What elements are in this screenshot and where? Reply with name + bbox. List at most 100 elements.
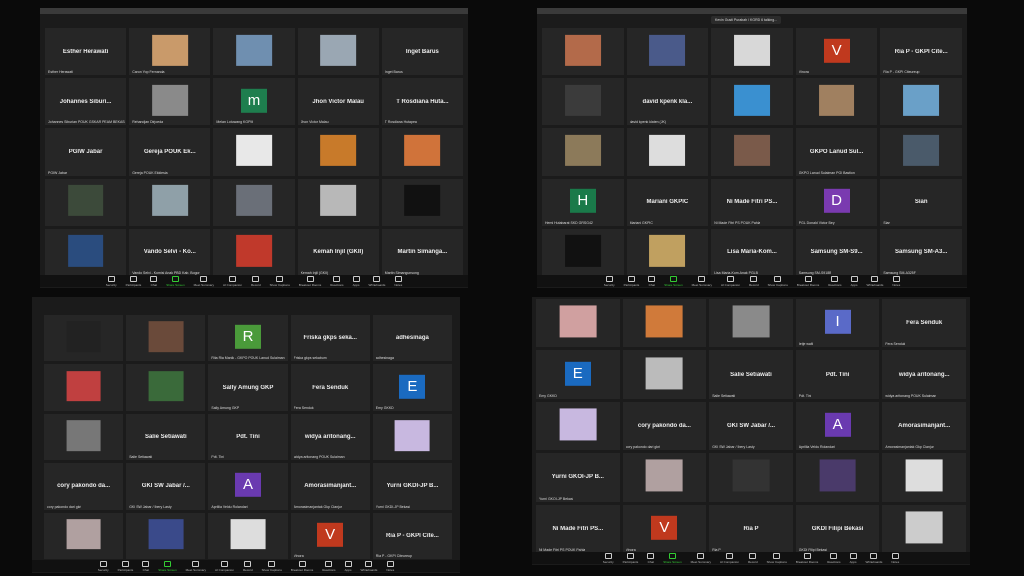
participant-tile[interactable] (536, 299, 620, 348)
participants-button[interactable]: Participants (624, 275, 639, 287)
record-button[interactable]: Record (748, 552, 758, 564)
participant-tile[interactable] (542, 228, 624, 276)
participant-tile[interactable] (711, 128, 793, 176)
participant-tile[interactable]: V Vinora (290, 512, 370, 559)
ai-companion-button[interactable]: AI Companion (720, 552, 739, 564)
participant-tile[interactable] (880, 128, 962, 176)
participant-tile[interactable] (709, 453, 793, 502)
reactions-button[interactable]: Reactions (330, 275, 344, 287)
participant-tile[interactable]: Fera Senduk Fera Senduk (290, 364, 370, 411)
participant-tile[interactable] (297, 28, 379, 76)
participant-tile[interactable]: Fera Senduk Fera Senduk (882, 299, 966, 348)
participant-tile[interactable] (882, 453, 966, 502)
captions-button[interactable]: Show Captions (768, 275, 788, 287)
participant-tile[interactable]: Ni Made Fitri PS... Ni Made Fitri PS POUK… (711, 178, 793, 226)
share-screen-button[interactable]: Share Screen (664, 275, 683, 287)
whiteboard-button[interactable]: Whiteboards (866, 552, 882, 564)
participant-tile[interactable] (542, 128, 624, 176)
record-button[interactable]: Record (749, 275, 759, 287)
participant-tile[interactable] (44, 364, 124, 411)
participant-tile[interactable]: GKPO Lanud Sul... GKPO Lanud Sulaiman PGI… (795, 128, 878, 176)
participant-tile[interactable] (45, 178, 127, 226)
participant-tile[interactable] (381, 178, 463, 226)
participant-tile[interactable]: Pdt. Tini Pdt. Tini (208, 413, 288, 461)
participant-tile[interactable]: Ria P - GKPI Cite... Ria P - GKPI Citeure… (880, 28, 962, 76)
participant-tile[interactable]: E Emy GKKD (536, 350, 620, 399)
reactions-button[interactable]: Reactions (322, 560, 336, 572)
participant-tile[interactable] (711, 78, 793, 126)
participant-tile[interactable] (297, 178, 379, 226)
participant-tile[interactable]: Inget Barus Inget Barus (381, 28, 463, 76)
participant-tile[interactable]: T Rosdiana Huta... T Rosdiana Hutapea (381, 78, 463, 126)
ai-companion-button[interactable]: AI Companion (215, 560, 234, 572)
shield-button[interactable]: Security (98, 560, 109, 572)
summary-button[interactable]: Meet Summary (186, 560, 206, 572)
participant-tile[interactable]: Sian Sian (880, 178, 962, 226)
participant-tile[interactable]: Jhon Victor Malau Jhon Victor Malau (297, 78, 379, 126)
participant-tile[interactable]: Salie Setiawati Salie Setiawati (709, 350, 793, 399)
participant-tile[interactable] (622, 299, 707, 348)
participant-tile[interactable]: Ria P Ria P (709, 504, 793, 553)
participant-tile[interactable]: Salie Setiawati Salie Setiawati (126, 413, 206, 461)
participant-tile[interactable] (297, 128, 379, 176)
participant-tile[interactable] (626, 28, 709, 76)
participant-tile[interactable]: Esther Herawati Esther Herawati (45, 28, 127, 76)
participant-tile[interactable] (44, 413, 124, 461)
participant-tile[interactable] (208, 512, 288, 559)
participant-tile[interactable]: Lisa Maria-Kom... Lisa Maria-Kom.Anak PGL… (711, 228, 793, 276)
participant-tile[interactable] (213, 228, 295, 276)
participant-tile[interactable]: Kemah Injil (GKII) Kemah Injil (GKII) (297, 228, 379, 276)
captions-button[interactable]: Show Captions (262, 560, 282, 572)
participant-tile[interactable]: V Vinora (795, 28, 878, 76)
shield-button[interactable]: Security (603, 552, 614, 564)
chat-button[interactable]: Chat (648, 275, 656, 287)
participants-button[interactable]: Participants (126, 275, 141, 287)
participant-tile[interactable] (795, 453, 880, 502)
participant-tile[interactable]: Amorasimanjant... Amorasimanjantak Gkp Ci… (290, 463, 370, 510)
participant-tile[interactable]: Martin Simanga... Martin Simangunsong (381, 228, 463, 276)
participant-tile[interactable]: Gereja POUK Ek... Gereja POUK Ekklesia (129, 128, 211, 176)
reactions-button[interactable]: Reactions (828, 275, 842, 287)
participant-tile[interactable]: Rehandjan Dirjoeda (129, 78, 211, 126)
participant-tile[interactable] (622, 350, 707, 399)
whiteboard-button[interactable]: Whiteboards (867, 275, 883, 287)
participant-tile[interactable] (129, 178, 211, 226)
summary-button[interactable]: Meet Summary (691, 552, 711, 564)
participant-tile[interactable] (536, 401, 620, 451)
participant-tile[interactable]: H Hemi Hutabarat SKD GRSG42 (542, 178, 624, 226)
participant-tile[interactable] (542, 78, 624, 126)
participant-tile[interactable]: m Melan Lotuwang KGPM (213, 78, 295, 126)
notes-button[interactable]: Notes (394, 275, 402, 287)
participant-tile[interactable] (45, 228, 127, 276)
breakout-button[interactable]: Breakout Rooms (299, 275, 321, 287)
apps-button[interactable]: Apps (850, 275, 858, 287)
notes-button[interactable]: Notes (892, 275, 900, 287)
participant-tile[interactable]: I Ietje walti (795, 299, 880, 348)
whiteboard-button[interactable]: Whiteboards (361, 560, 377, 572)
participants-button[interactable]: Participants (118, 560, 133, 572)
participant-tile[interactable] (126, 364, 206, 411)
shield-button[interactable]: Security (604, 275, 615, 287)
breakout-button[interactable]: Breakout Rooms (291, 560, 313, 572)
participant-tile[interactable] (709, 299, 793, 348)
participant-tile[interactable]: widya aritonang... widya aritonang POUK S… (290, 413, 370, 461)
participant-tile[interactable] (795, 78, 878, 126)
participant-tile[interactable]: PGIW Jabar PGIW Jabar (45, 128, 127, 176)
participant-tile[interactable] (622, 453, 707, 502)
participant-tile[interactable]: Samsung SM-A3... Samsung SM-A325F (880, 228, 962, 276)
participant-tile[interactable] (626, 228, 709, 276)
share-screen-button[interactable]: Share Screen (663, 552, 682, 564)
participant-tile[interactable]: Friska gkps seka... Friska gkps sekabum (290, 315, 370, 362)
participant-tile[interactable] (213, 178, 295, 226)
participant-tile[interactable]: Yurni GKDI-JP B... Yurni GKDI-JP Bekasi (372, 463, 452, 510)
participant-tile[interactable]: A Apriliia Veldu Rolandari (208, 463, 288, 510)
participant-tile[interactable]: cory pakondo da... cory pakondo dari gkri (44, 463, 124, 510)
participant-tile[interactable]: GKDI Filipi Bekasi GKDI Filipi Bekasi (795, 504, 880, 553)
participant-tile[interactable] (711, 28, 793, 76)
participant-tile[interactable]: Yurni GKOI-JP B... Yurni GKOI-JP Bekasi (536, 453, 620, 502)
participant-tile[interactable]: widya aritonang... widya aritonang POUK S… (882, 350, 966, 399)
participant-tile[interactable] (372, 413, 452, 461)
participants-button[interactable]: Participants (623, 552, 638, 564)
shield-button[interactable]: Security (106, 275, 117, 287)
participant-tile[interactable]: V Vinora (622, 504, 707, 553)
